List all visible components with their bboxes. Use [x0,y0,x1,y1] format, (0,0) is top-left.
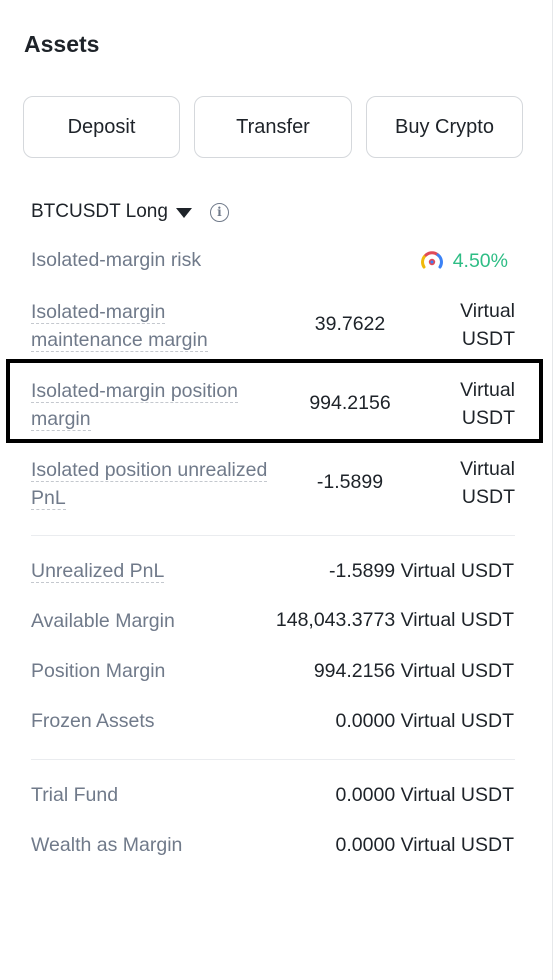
maintenance-margin-value: 39.7622 [314,313,386,335]
frozen-assets-label: Frozen Assets [31,710,155,732]
position-margin-summary-value: 994.2156 Virtual USDT [313,660,514,682]
buy-crypto-button[interactable]: Buy Crypto [366,96,523,158]
asset-action-buttons: Deposit Transfer Buy Crypto [23,96,523,160]
position-margin-summary-label: Position Margin [31,660,166,682]
risk-percent: 4.50% [452,249,508,272]
position-symbol-label: BTCUSDT Long [31,201,168,222]
trial-fund-label: Trial Fund [31,784,119,806]
section-divider [31,535,515,536]
deposit-button[interactable]: Deposit [23,96,180,158]
assets-panel: Assets Deposit Transfer Buy Crypto BTCUS… [0,0,552,980]
trial-fund-value: 0.0000 Virtual USDT [335,784,514,806]
wealth-as-margin-value: 0.0000 Virtual USDT [335,834,514,856]
wealth-as-margin-label: Wealth as Margin [31,834,183,856]
section-divider [31,759,515,760]
position-margin-unit: Virtual USDT [460,379,515,429]
isolated-margin-risk-value: 4.50% [420,249,508,273]
transfer-button[interactable]: Transfer [194,96,352,158]
position-margin-value: 994.2156 [309,392,391,414]
position-margin-label: Isolated-margin position margin [31,380,239,431]
unrealized-pnl-label: Unrealized PnL [31,560,165,583]
caret-down-icon[interactable] [175,208,192,218]
panel-border [552,0,553,980]
info-icon[interactable]: i [209,202,229,222]
unrealized-pnl-value: -1.5899 Virtual USDT [329,560,514,582]
frozen-assets-value: 0.0000 Virtual USDT [335,710,514,732]
risk-gauge-icon [420,251,443,269]
isolated-margin-risk-label: Isolated-margin risk [31,249,202,271]
isolated-unrealized-pnl-value: -1.5899 [316,471,384,493]
position-selector[interactable]: BTCUSDT Long i [31,199,229,225]
maintenance-margin-unit: Virtual USDT [460,300,515,350]
assets-title: Assets [24,31,100,57]
isolated-unrealized-pnl-label: Isolated position unrealized PnL [31,459,268,510]
available-margin-value: 148,043.3773 Virtual USDT [275,609,514,631]
isolated-unrealized-pnl-unit: Virtual USDT [460,458,515,508]
available-margin-label: Available Margin [31,610,175,632]
maintenance-margin-label: Isolated-margin maintenance margin [31,301,208,352]
